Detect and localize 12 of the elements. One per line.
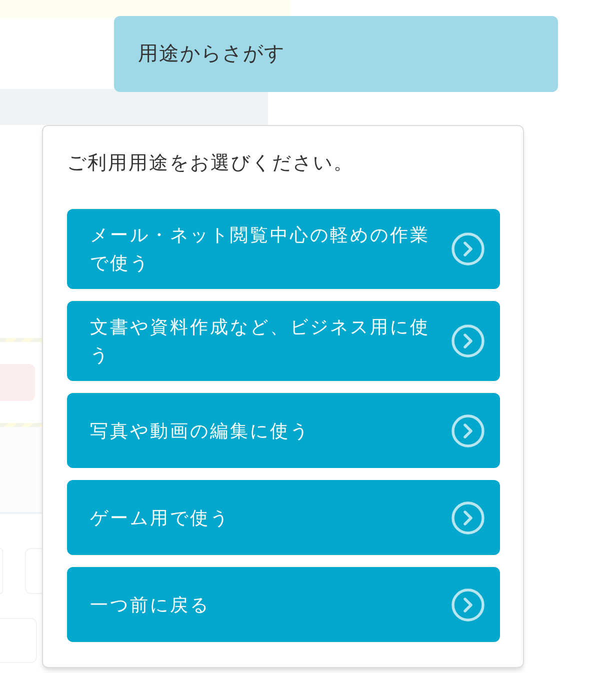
usage-option-button[interactable]: ゲーム用で使う xyxy=(67,480,500,555)
chevron-circle-icon xyxy=(450,323,486,359)
usage-option-button[interactable]: メール・ネット閲覧中心の軽めの作業で使う xyxy=(67,209,500,289)
popup-prompt: ご利用用途をお選びください。 xyxy=(67,152,355,176)
search-by-use-button[interactable]: 用途からさがす xyxy=(114,16,558,92)
usage-option-button[interactable]: 文書や資料作成など、ビジネス用に使う xyxy=(67,301,500,381)
chevron-circle-icon xyxy=(450,412,486,448)
chevron-circle-icon xyxy=(450,231,486,267)
usage-option-button[interactable]: 一つ前に戻る xyxy=(67,567,500,642)
chevron-circle-icon xyxy=(450,586,486,622)
usage-option-button[interactable]: 写真や動画の編集に使う xyxy=(67,393,500,468)
chevron-circle-icon xyxy=(450,500,486,536)
